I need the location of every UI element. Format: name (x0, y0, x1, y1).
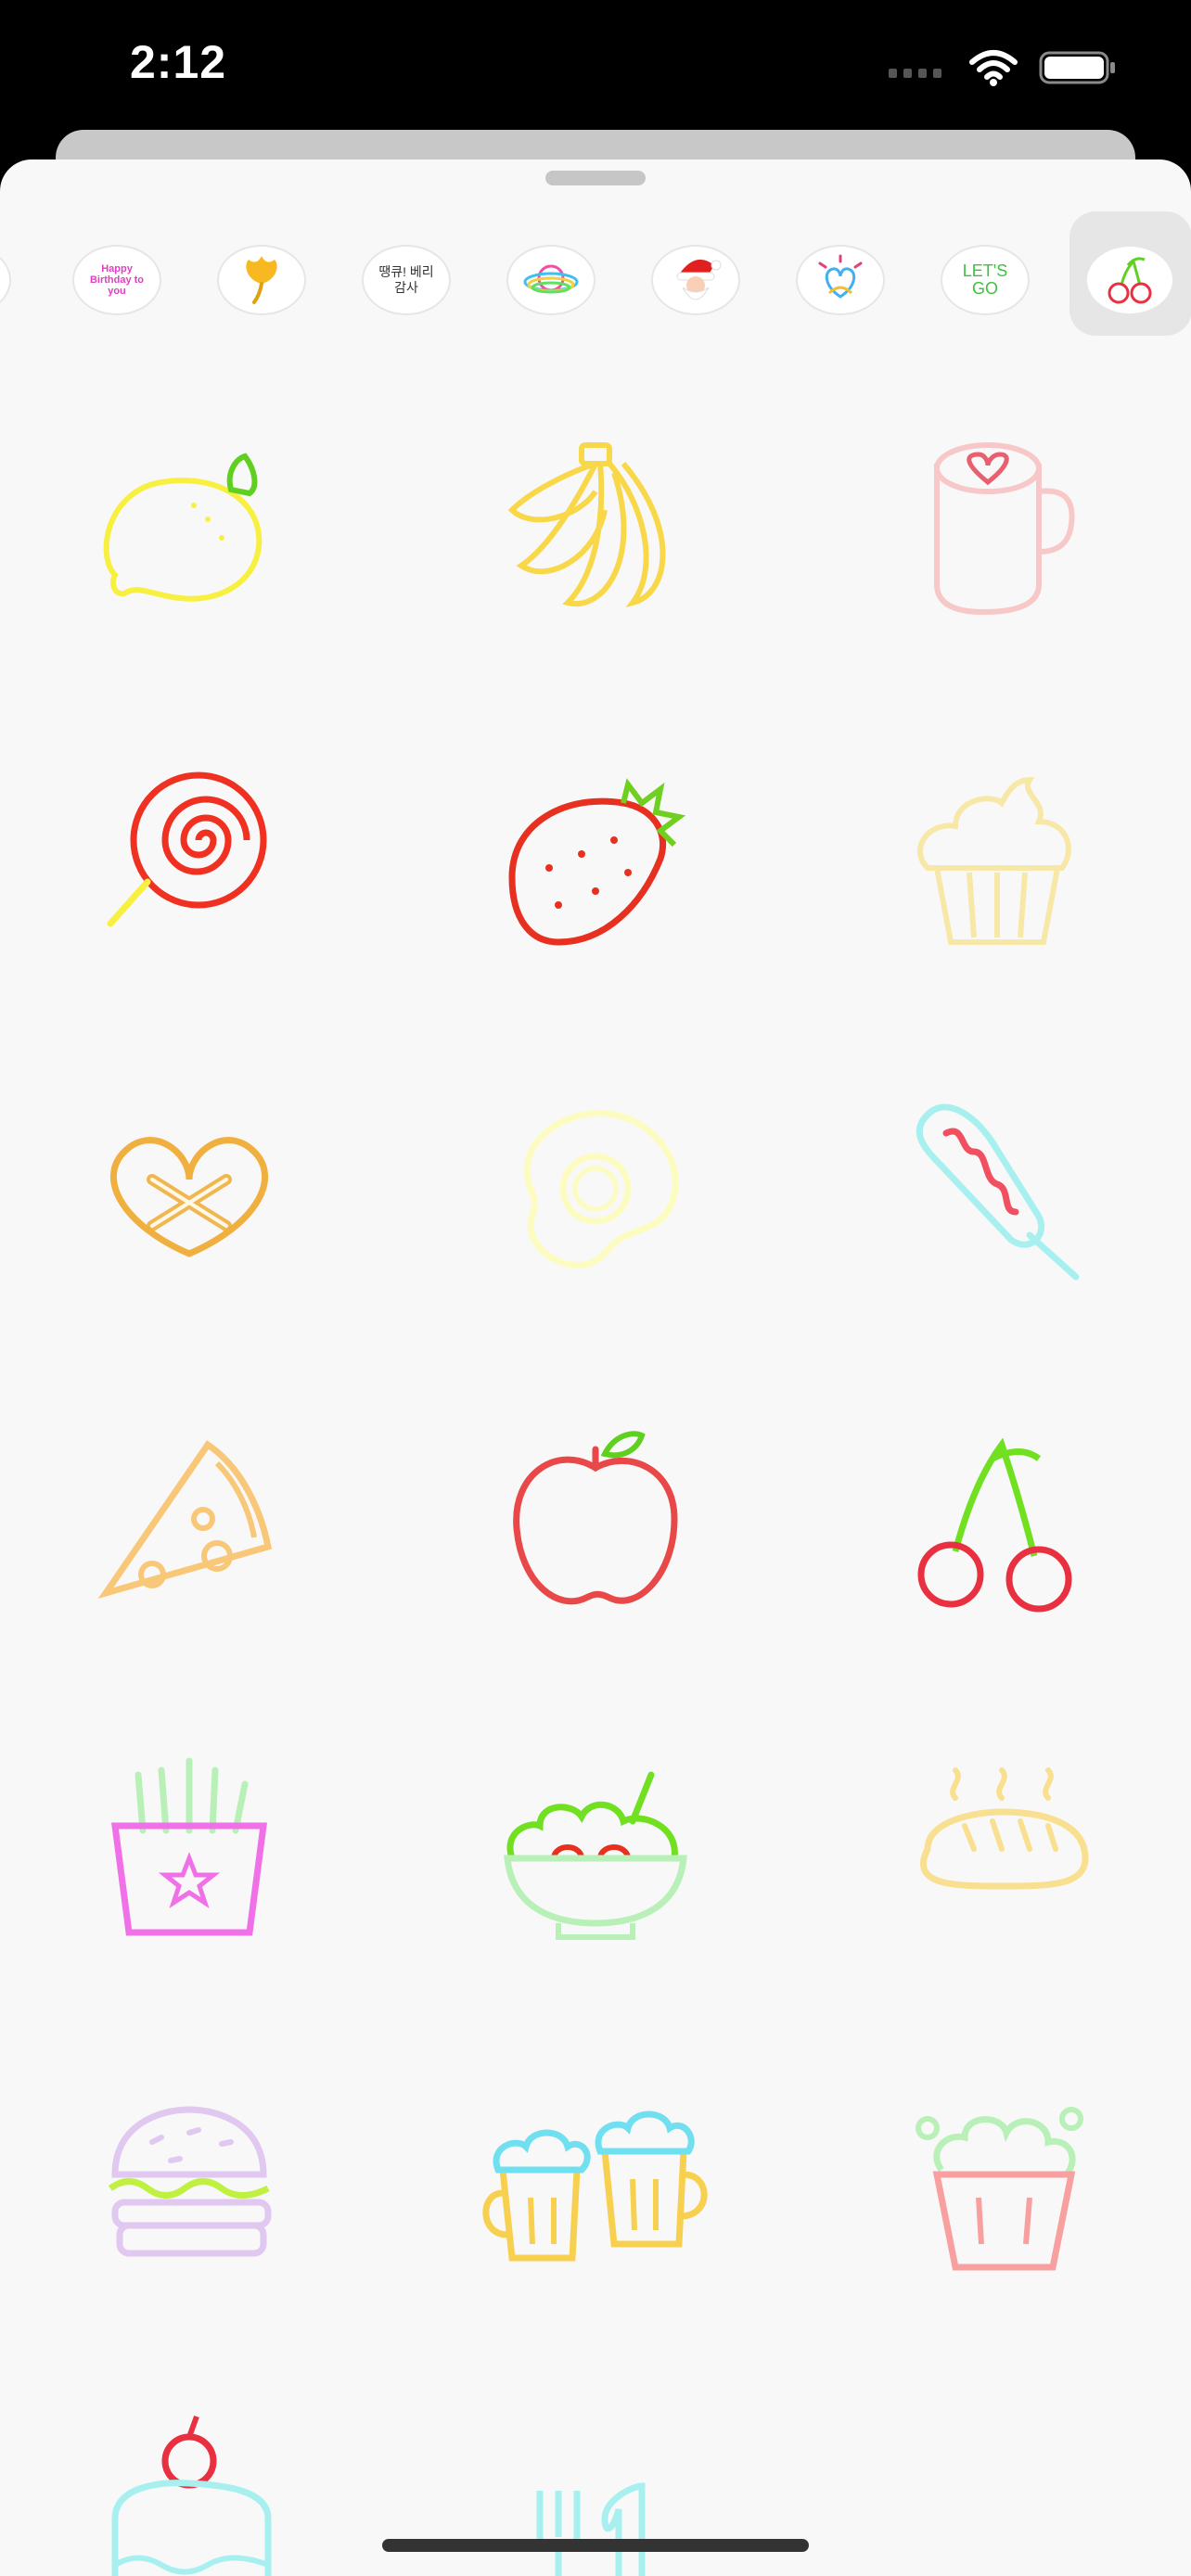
lollipop-icon (107, 772, 267, 927)
sticker-beer-mugs[interactable] (482, 2068, 708, 2290)
lemon-icon (103, 453, 263, 602)
pack-santa[interactable] (651, 245, 740, 315)
sticker-cupcake[interactable] (890, 747, 1113, 970)
sticker-lollipop[interactable] (78, 747, 301, 970)
ginkgo-leaf-icon (246, 256, 277, 304)
status-time: 2:12 (130, 36, 227, 88)
pretzel-icon (110, 1137, 268, 1257)
pack-cherry[interactable] (1085, 245, 1174, 315)
pack-happy-birthday[interactable]: Happy Birthday to you (72, 245, 161, 315)
sticker-apple[interactable] (484, 1408, 707, 1630)
banana-icon (507, 442, 666, 607)
sticker-fried-egg[interactable] (484, 1078, 707, 1300)
heart-doodle-icon (818, 254, 863, 299)
sticker-pizza-slice[interactable] (78, 1408, 301, 1630)
santa-icon (676, 259, 722, 300)
coffee-mug-icon (934, 442, 1075, 616)
sticker-cake-slice[interactable] (78, 2398, 301, 2576)
cellular-signal-icon (889, 69, 941, 78)
popcorn-icon (916, 2107, 1083, 2271)
home-indicator[interactable] (382, 2539, 809, 2552)
sticker-pack-tray[interactable]: Happy Birthday to you 땡큐! 베리감사 LET'S GO (0, 211, 1191, 360)
pack-lets-go[interactable]: LET'S GO (941, 245, 1030, 315)
apple-icon (513, 1431, 678, 1605)
sticker-french-fries[interactable] (78, 1738, 301, 1960)
status-icons (889, 45, 1117, 91)
pack-partial[interactable] (0, 245, 11, 315)
beer-mugs-icon (482, 2111, 708, 2262)
sticker-coffee-mug[interactable] (890, 417, 1113, 640)
rainbow-planet-icon (523, 264, 579, 294)
sticker-sheet: Happy Birthday to you 땡큐! 베리감사 LET'S GO (0, 159, 1191, 2576)
sticker-popcorn[interactable] (890, 2068, 1113, 2290)
status-bar: 2:12 (0, 0, 1191, 139)
sticker-hamburger[interactable] (78, 2068, 301, 2290)
pack-lets-go-label: LET'S GO (962, 261, 1008, 298)
sticker-corn-dog[interactable] (890, 1078, 1113, 1300)
battery-icon (1039, 51, 1115, 84)
sticker-strawberry[interactable] (484, 747, 707, 970)
pack-korean-label: 땡큐! 베리감사 (378, 264, 434, 295)
french-fries-icon (111, 1757, 267, 1936)
corn-dog-icon (916, 1103, 1080, 1281)
pack-heart-doodle[interactable] (796, 245, 885, 315)
pack-korean-text[interactable]: 땡큐! 베리감사 (362, 245, 451, 315)
sticker-pretzel[interactable] (78, 1078, 301, 1300)
sticker-salad-bowl[interactable] (484, 1738, 707, 1960)
pizza-slice-icon (97, 1440, 273, 1600)
strawberry-icon (508, 778, 686, 946)
pack-ginkgo[interactable] (217, 245, 306, 315)
cherry-icon (1108, 257, 1152, 304)
pack-rainbow-planet[interactable] (506, 245, 596, 315)
cake-slice-icon (111, 2415, 272, 2576)
sticker-bread[interactable] (890, 1738, 1113, 1960)
cupcake-icon (917, 776, 1071, 945)
sticker-banana[interactable] (484, 417, 707, 640)
sheet-grabber[interactable] (545, 171, 646, 185)
pack-happy-birthday-label: Happy Birthday to you (89, 263, 145, 297)
bread-icon (920, 1767, 1089, 1890)
sticker-cherry[interactable] (890, 1408, 1113, 1630)
cherry-sticker-icon (917, 1437, 1072, 1613)
hamburger-icon (108, 2106, 272, 2257)
wifi-icon (969, 50, 1018, 86)
salad-bowl-icon (504, 1771, 687, 1940)
fried-egg-icon (523, 1110, 679, 1269)
sticker-lemon[interactable] (78, 417, 301, 640)
